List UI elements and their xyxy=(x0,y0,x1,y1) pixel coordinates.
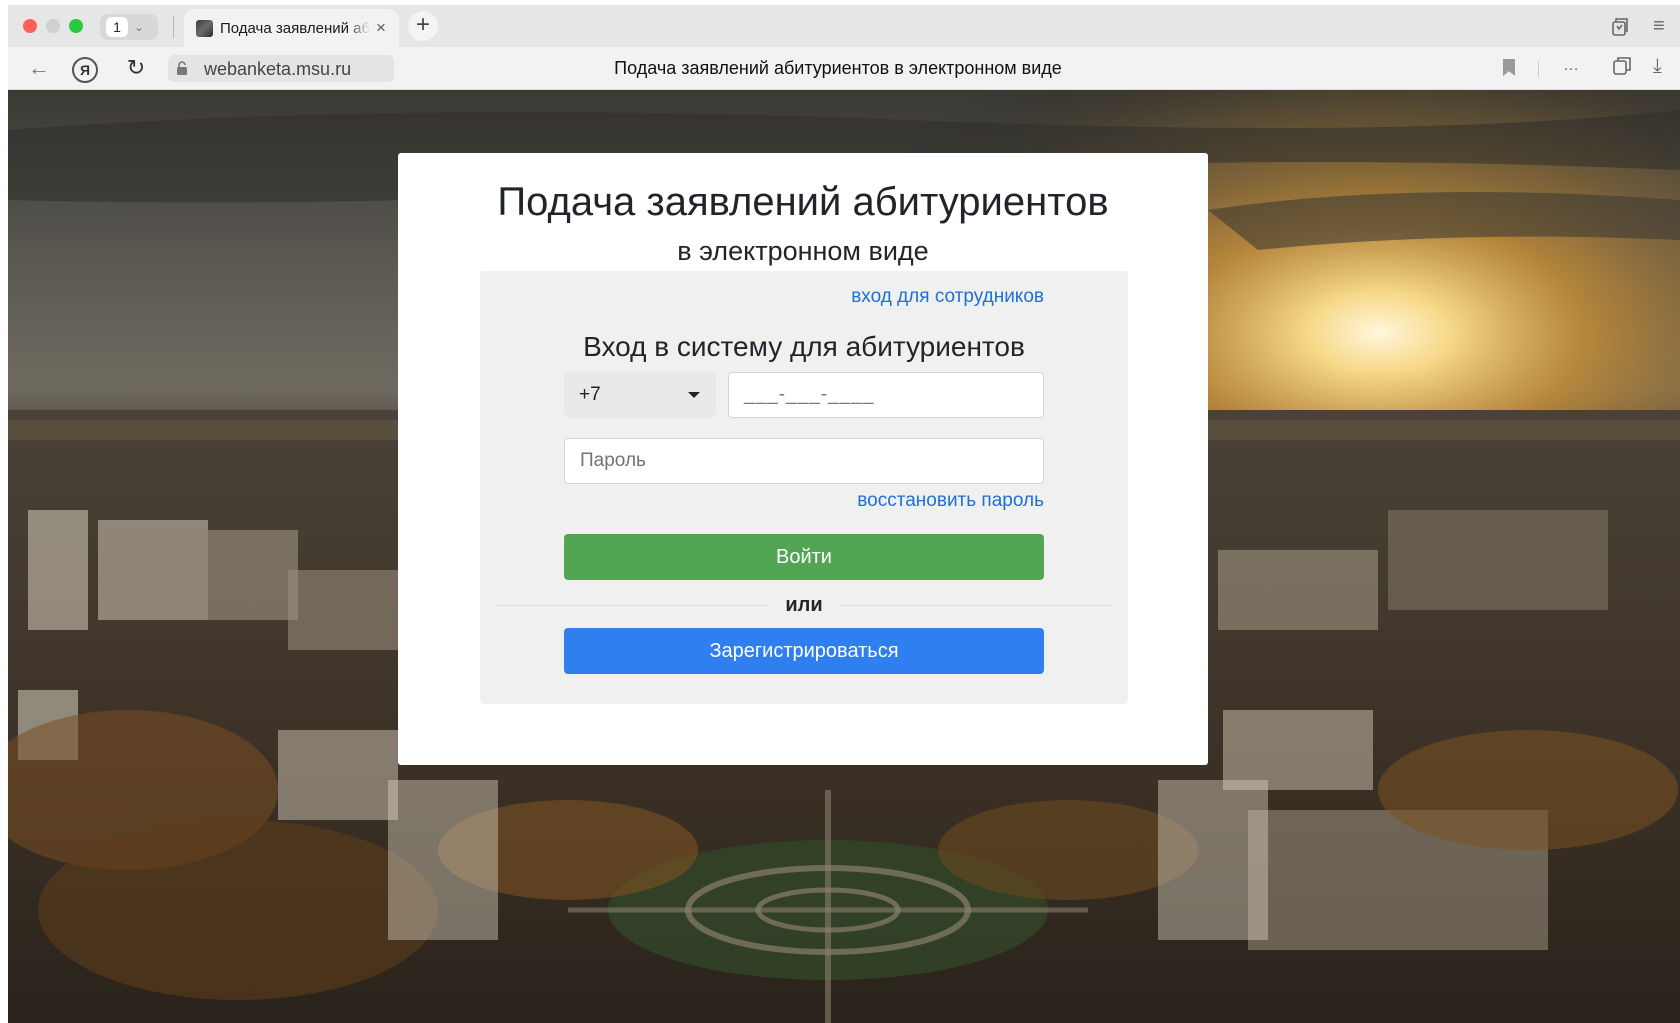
card-title: Подача заявлений абитуриентов xyxy=(497,180,1109,224)
download-icon[interactable]: ⤓ xyxy=(1653,55,1662,77)
tab-count: 1 xyxy=(106,17,128,37)
browser-window: 1 ⌄ Подача заявлений аб × + ≡ ← Я ↻ weba… xyxy=(8,5,1680,1023)
new-tab-button[interactable]: + xyxy=(408,11,438,41)
yandex-logo-icon[interactable]: Я xyxy=(72,57,98,83)
login-panel: вход для сотрудников Вход в систему для … xyxy=(480,271,1128,704)
login-button[interactable]: Войти xyxy=(564,534,1044,580)
restore-password-link[interactable]: восстановить пароль xyxy=(857,489,1044,513)
or-text: или xyxy=(768,591,840,619)
more-icon[interactable]: … xyxy=(1563,55,1579,77)
bookmark-icon[interactable] xyxy=(1503,59,1515,76)
collections-icon[interactable] xyxy=(1608,15,1632,39)
back-arrow-icon[interactable]: ← xyxy=(26,55,52,81)
caret-down-icon xyxy=(688,392,700,398)
tab-bar: 1 ⌄ Подача заявлений аб × + ≡ xyxy=(8,5,1680,47)
page-title: Подача заявлений абитуриентов в электрон… xyxy=(614,58,1062,78)
url-text: webanketa.msu.ru xyxy=(204,59,352,79)
page-viewport: Подача заявлений абитуриентов в электрон… xyxy=(8,90,1680,1023)
tab-separator xyxy=(173,16,174,38)
tab-close-icon[interactable]: × xyxy=(376,18,386,38)
phone-code-value: +7 xyxy=(579,384,601,405)
close-window-button[interactable] xyxy=(23,19,37,33)
toolbar-divider xyxy=(1538,61,1539,77)
url-field[interactable]: webanketa.msu.ru xyxy=(168,55,394,82)
minimize-window-button[interactable] xyxy=(46,19,60,33)
application-card: Подача заявлений абитуриентов в электрон… xyxy=(398,153,1208,765)
password-input[interactable]: Пароль xyxy=(564,438,1044,484)
register-button[interactable]: Зарегистрироваться xyxy=(564,628,1044,674)
phone-code-select[interactable]: +7 xyxy=(564,372,716,418)
site-favicon-icon xyxy=(196,20,213,37)
tab-count-button[interactable]: 1 ⌄ xyxy=(100,14,158,40)
phone-input[interactable]: ___-___-____ xyxy=(728,372,1044,418)
fullscreen-window-button[interactable] xyxy=(69,19,83,33)
lock-icon xyxy=(177,61,187,75)
chevron-down-icon: ⌄ xyxy=(134,20,145,34)
reload-icon[interactable]: ↻ xyxy=(123,55,149,81)
extensions-icon[interactable] xyxy=(1611,56,1633,78)
tab-title: Подача заявлений аб xyxy=(220,20,370,37)
staff-login-link[interactable]: вход для сотрудников xyxy=(851,285,1044,309)
active-tab[interactable]: Подача заявлений аб × xyxy=(184,9,399,47)
address-bar: ← Я ↻ webanketa.msu.ru Подача заявлений … xyxy=(8,47,1680,90)
card-subtitle: в электронном виде xyxy=(677,236,929,266)
menu-icon[interactable]: ≡ xyxy=(1653,15,1665,37)
login-heading: Вход в систему для абитуриентов xyxy=(583,331,1025,362)
